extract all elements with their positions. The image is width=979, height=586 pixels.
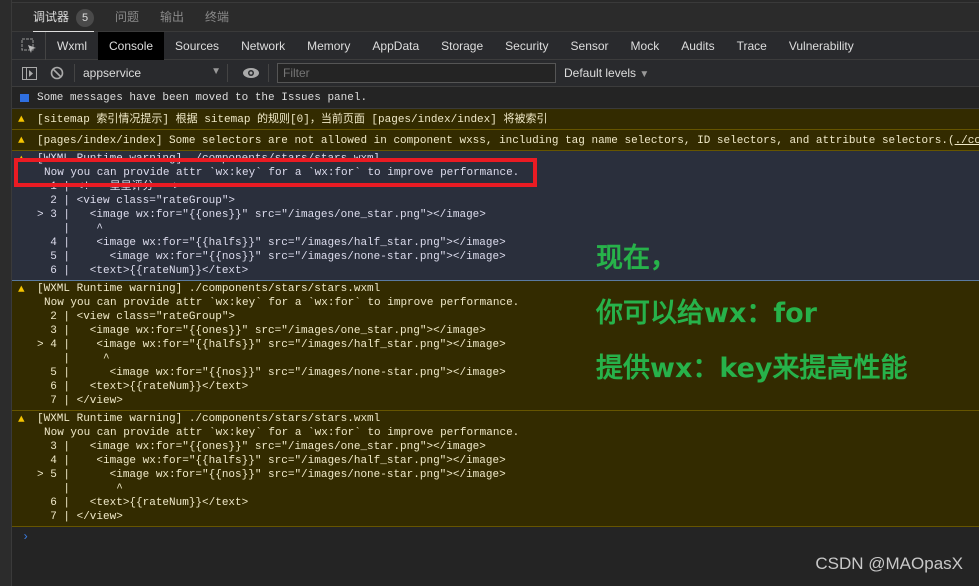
- console-prompt[interactable]: ›: [12, 527, 979, 547]
- divider: [227, 64, 228, 82]
- warning-message: Now you can provide attr `wx:key` for a …: [44, 427, 520, 439]
- code-line: > 5 | <image wx:for="{{nos}}" src="/imag…: [37, 469, 506, 481]
- source-link[interactable]: ./components/stars/stars.wxss: [955, 135, 979, 147]
- code-line: 4 | <image wx:for="{{halfs}}" src="/imag…: [37, 455, 506, 467]
- code-line: 6 | <text>{{rateNum}}</text>: [37, 265, 249, 277]
- info-icon: [20, 94, 29, 102]
- tab-label: 调试器: [33, 9, 70, 24]
- tab-memory[interactable]: Memory: [296, 32, 361, 60]
- context-value: appservice: [83, 66, 142, 80]
- tab-vulnerability[interactable]: Vulnerability: [778, 32, 865, 60]
- tab-wxml[interactable]: Wxml: [46, 32, 98, 60]
- info-message: Some messages have been moved to the Iss…: [12, 87, 979, 109]
- warning-message: ▲ [pages/index/index] Some selectors are …: [12, 130, 979, 151]
- code-line: 6 | <text>{{rateNum}}</text>: [37, 497, 249, 509]
- warning-icon: ▲: [18, 414, 25, 426]
- watermark: CSDN @MAOpasX: [815, 554, 963, 573]
- tab-terminal[interactable]: 终端: [205, 3, 229, 32]
- message-text: Some messages have been moved to the Iss…: [37, 92, 368, 104]
- clear-console-icon[interactable]: [46, 66, 68, 80]
- devtools-panel: 调试器 5 问题 输出 终端 Wxml Console Sources Network M…: [12, 0, 979, 586]
- code-line: 7 | </view>: [37, 511, 123, 523]
- code-line: 4 | <image wx:for="{{halfs}}" src="/imag…: [37, 237, 506, 249]
- warning-message: ▲ [sitemap 索引情况提示] 根据 sitemap 的规则[0]，当前页面…: [12, 109, 979, 130]
- code-line: 2 | <view class="rateGroup">: [37, 195, 236, 207]
- tab-trace[interactable]: Trace: [726, 32, 778, 60]
- inspect-element-icon[interactable]: [12, 31, 46, 60]
- code-line: 3 | <image wx:for="{{ones}}" src="/image…: [37, 441, 486, 453]
- left-edge: [0, 0, 12, 586]
- tab-audits[interactable]: Audits: [670, 32, 725, 60]
- message-text: [pages/index/index] Some selectors are n…: [37, 135, 955, 147]
- console-messages: Some messages have been moved to the Iss…: [12, 87, 979, 547]
- tab-storage[interactable]: Storage: [430, 32, 494, 60]
- dropdown-arrow-icon: ▼: [639, 69, 650, 80]
- tab-mock[interactable]: Mock: [620, 32, 671, 60]
- message-text: [sitemap 索引情况提示] 根据 sitemap 的规则[0]，当前页面 …: [37, 114, 548, 126]
- tab-debugger[interactable]: 调试器 5: [33, 3, 95, 32]
- tab-security[interactable]: Security: [494, 32, 559, 60]
- code-line: 2 | <view class="rateGroup">: [37, 311, 236, 323]
- annotation-text: 提供wx：key来提高性能: [596, 353, 908, 384]
- warning-title: [WXML Runtime warning] ./components/star…: [37, 283, 381, 295]
- code-line: | ^: [37, 223, 104, 235]
- divider: [74, 64, 75, 82]
- count-badge: 5: [76, 8, 95, 27]
- bottom-panel-tabs: 调试器 5 问题 输出 终端: [12, 3, 979, 32]
- context-select[interactable]: appservice ▼: [81, 66, 221, 80]
- annotation-text: 现在，: [596, 243, 677, 274]
- highlight-box: [14, 158, 537, 187]
- levels-value: Default levels: [564, 66, 637, 80]
- eye-icon[interactable]: [240, 67, 262, 79]
- tab-sources[interactable]: Sources: [164, 32, 230, 60]
- code-line: 5 | <image wx:for="{{nos}}" src="/images…: [37, 251, 506, 263]
- tab-appdata[interactable]: AppData: [361, 32, 430, 60]
- annotation-text: 你可以给wx：for: [596, 298, 817, 329]
- wxml-warning-block: ▲ [WXML Runtime warning] ./components/sta…: [12, 411, 979, 527]
- log-levels-select[interactable]: Default levels ▼: [564, 66, 649, 80]
- divider: [268, 64, 269, 82]
- tab-sensor[interactable]: Sensor: [560, 32, 620, 60]
- console-toolbar: appservice ▼ Default levels ▼: [12, 60, 979, 87]
- dropdown-arrow-icon: ▼: [211, 66, 221, 77]
- devtools-tabs: Wxml Console Sources Network Memory AppData St…: [12, 31, 979, 60]
- code-line: > 3 | <image wx:for="{{ones}}" src="/ima…: [37, 209, 486, 221]
- warning-title: [WXML Runtime warning] ./components/star…: [37, 413, 381, 425]
- sidebar-toggle-icon[interactable]: [18, 66, 40, 80]
- code-line: 3 | <image wx:for="{{ones}}" src="/image…: [37, 325, 486, 337]
- tab-console[interactable]: Console: [98, 31, 165, 60]
- tab-output[interactable]: 输出: [160, 3, 184, 32]
- warning-icon: ▲: [18, 135, 25, 147]
- tab-network[interactable]: Network: [230, 32, 296, 60]
- warning-icon: ▲: [18, 114, 25, 126]
- code-line: 7 | </view>: [37, 395, 123, 407]
- filter-input[interactable]: [277, 63, 556, 83]
- tab-problems[interactable]: 问题: [115, 3, 139, 32]
- warning-message: Now you can provide attr `wx:key` for a …: [44, 297, 520, 309]
- warning-icon: ▲: [18, 284, 25, 296]
- code-line: | ^: [37, 483, 123, 495]
